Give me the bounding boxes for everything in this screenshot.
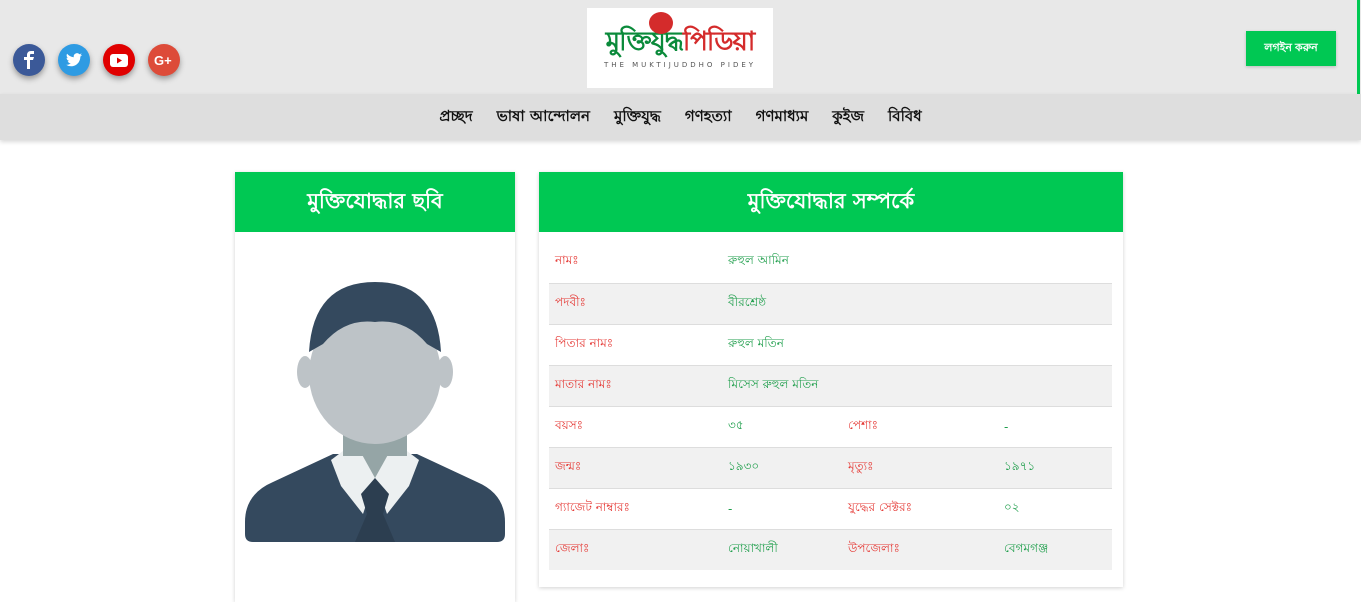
info-card: মুক্তিযোদ্ধার সম্পর্কে নামঃ রুহুল আমিন পদব… [539, 172, 1123, 587]
field-label: নামঃ [549, 242, 722, 284]
table-row: বয়সঃ ৩৫ পেশাঃ - [549, 406, 1112, 448]
nav-item-genocide[interactable]: গণহত্যা [685, 105, 732, 130]
field-value: ১৯৭১ [998, 447, 1112, 489]
field-label: যুদ্ধের সেক্টরঃ [842, 488, 998, 530]
field-value: বীরশ্রেষ্ঠ [722, 283, 1112, 325]
login-button[interactable]: লগইন করুন [1246, 31, 1336, 66]
field-label: মাতার নামঃ [549, 365, 722, 407]
twitter-icon[interactable] [58, 44, 90, 76]
field-label: বয়সঃ [549, 406, 722, 448]
table-row: জেলাঃ নোয়াখালী উপজেলাঃ বেগমগঞ্জ [549, 529, 1112, 570]
nav-item-quiz[interactable]: কুইজ [832, 105, 864, 130]
field-label: পেশাঃ [842, 406, 998, 448]
table-row: পদবীঃ বীরশ্রেষ্ঠ [549, 283, 1112, 325]
field-value: রুহুল মতিন [722, 324, 1112, 366]
field-label: মৃত্যুঃ [842, 447, 998, 489]
info-table: নামঃ রুহুল আমিন পদবীঃ বীরশ্রেষ্ঠ পিতার নামঃ র… [549, 242, 1112, 570]
field-value: মিসেস রুহুল মতিন [722, 365, 1112, 407]
photo-card: মুক্তিযোদ্ধার ছবি [235, 172, 515, 602]
youtube-icon[interactable] [103, 44, 135, 76]
nav-item-language-movement[interactable]: ভাষা আন্দোলন [497, 105, 590, 130]
map-emblem-icon [649, 12, 673, 34]
info-card-title: মুক্তিযোদ্ধার সম্পর্কে [539, 172, 1123, 232]
field-label: গ্যাজেট নাম্বারঃ [549, 488, 722, 530]
table-row: গ্যাজেট নাম্বারঃ - যুদ্ধের সেক্টরঃ ০২ [549, 488, 1112, 530]
field-value: - [722, 488, 842, 530]
google-plus-icon[interactable]: G+ [148, 44, 180, 76]
field-label: পদবীঃ [549, 283, 722, 325]
nav-item-media[interactable]: গণমাধ্যম [756, 105, 809, 130]
table-row: নামঃ রুহুল আমিন [549, 242, 1112, 284]
main-nav: প্রচ্ছদ ভাষা আন্দোলন মুক্তিযুদ্ধ গণহত্যা… [0, 94, 1361, 140]
field-value: ১৯৩০ [722, 447, 842, 489]
logo-title: মুক্তিযুদ্ধপিডিয়া [605, 27, 756, 57]
table-row: মাতার নামঃ মিসেস রুহুল মতিন [549, 365, 1112, 407]
field-value: রুহুল আমিন [722, 242, 1112, 284]
field-value: ৩৫ [722, 406, 842, 448]
logo-subtitle: THE MUKTIJUDDHO PIDEY [603, 61, 757, 69]
user-avatar-icon [245, 282, 505, 546]
nav-item-liberation-war[interactable]: মুক্তিযুদ্ধ [614, 105, 661, 130]
field-label: জন্মঃ [549, 447, 722, 489]
field-label: জেলাঃ [549, 529, 722, 570]
top-header: G+ মুক্তিযুদ্ধপিডিয়া THE MUKTIJUDDHO PI… [0, 0, 1361, 94]
field-value: ০২ [998, 488, 1112, 530]
nav-item-home[interactable]: প্রচ্ছদ [439, 105, 472, 130]
nav-item-misc[interactable]: বিবিধ [888, 105, 922, 130]
svg-text:G+: G+ [154, 53, 172, 67]
table-row: জন্মঃ ১৯৩০ মৃত্যুঃ ১৯৭১ [549, 447, 1112, 489]
photo-card-title: মুক্তিযোদ্ধার ছবি [235, 172, 515, 232]
facebook-icon[interactable] [13, 44, 45, 76]
field-value: বেগমগঞ্জ [998, 529, 1112, 570]
field-value: নোয়াখালী [722, 529, 842, 570]
field-label: উপজেলাঃ [842, 529, 998, 570]
site-logo[interactable]: মুক্তিযুদ্ধপিডিয়া THE MUKTIJUDDHO PIDEY [587, 8, 773, 88]
field-label: পিতার নামঃ [549, 324, 722, 366]
table-row: পিতার নামঃ রুহুল মতিন [549, 324, 1112, 366]
field-value: - [998, 406, 1112, 448]
